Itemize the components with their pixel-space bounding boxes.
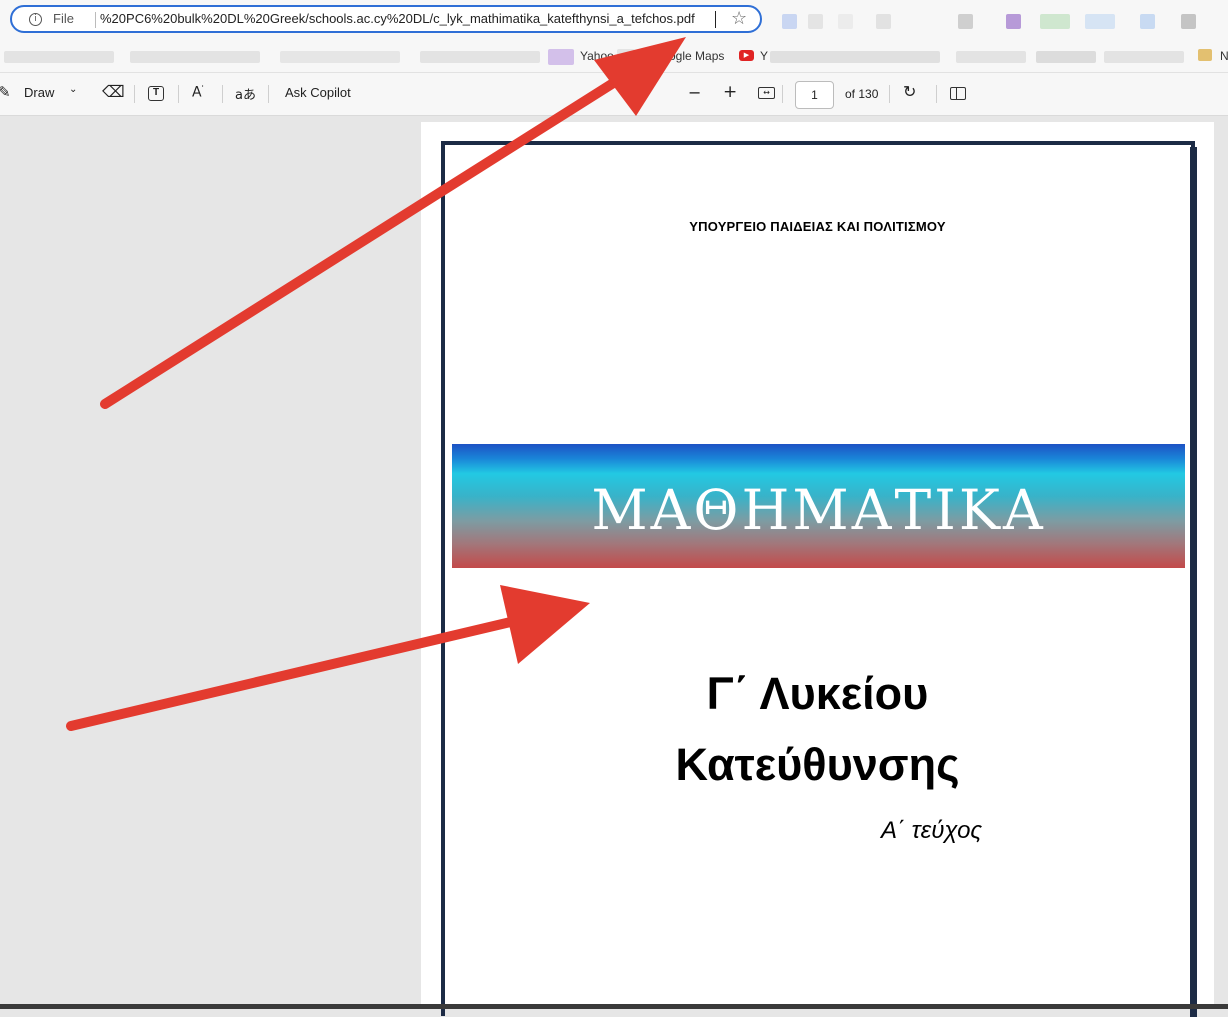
bookmarks-bar: Yahoo Google Maps ▶ Y N: [0, 42, 1228, 73]
page-view-icon[interactable]: [950, 87, 966, 100]
page-border: [441, 141, 1195, 1016]
text-caret: [715, 11, 716, 28]
pdf-toolbar: ✎ Draw ⌄ ⌫ T Aʾ aあ Ask Copilot − + ↔ 1 o…: [0, 73, 1228, 116]
eraser-icon[interactable]: ⌫: [102, 82, 125, 101]
blurred-extension-icon[interactable]: [782, 14, 797, 29]
star-icon[interactable]: ☆: [731, 8, 747, 29]
pdf-page: ΥΠΟΥΡΓΕΙΟ ΠΑΙΔΕΙΑΣ ΚΑΙ ΠΟΛΙΤΙΣΜΟΥ ΜΑΘΗΜΑ…: [421, 122, 1214, 1017]
rotate-icon[interactable]: ↻: [903, 82, 916, 101]
toolbar-divider: [178, 85, 179, 103]
blurred-extension-icon[interactable]: [1040, 14, 1070, 29]
blurred-extension-icon[interactable]: [1140, 14, 1155, 29]
bookmark-yahoo[interactable]: Yahoo: [580, 49, 614, 63]
folder-icon: [1198, 49, 1212, 61]
subject-title: ΜΑΘΗΜΑΤΙΚΑ: [591, 478, 1046, 542]
blurred-bookmark[interactable]: [770, 51, 940, 63]
track-title: Κατεύθυνσης: [675, 739, 960, 790]
chevron-down-icon[interactable]: ⌄: [69, 84, 77, 95]
youtube-icon: ▶: [739, 50, 754, 61]
draw-icon[interactable]: ✎: [0, 83, 11, 101]
blurred-bookmark[interactable]: [1036, 51, 1096, 63]
grade-title: Γ΄ Λυκείου: [706, 668, 929, 719]
blurred-bookmark[interactable]: [280, 51, 400, 63]
window-bottom-edge: [0, 1004, 1228, 1009]
toolbar-divider: [268, 85, 269, 103]
browser-address-row: i File %20PC6%20bulk%20DL%20Greek/school…: [0, 0, 1228, 42]
bookmark-google-maps[interactable]: Google Maps: [653, 49, 724, 63]
url-text[interactable]: %20PC6%20bulk%20DL%20Greek/schools.ac.cy…: [100, 11, 695, 26]
text-box-icon[interactable]: T: [148, 86, 164, 101]
blurred-extension-icon[interactable]: [958, 14, 973, 29]
blurred-bookmark-icon[interactable]: [548, 49, 574, 65]
address-divider: [95, 12, 96, 28]
blurred-extension-icon[interactable]: [838, 14, 853, 29]
translate-icon[interactable]: aあ: [235, 84, 256, 103]
scheme-label: File: [53, 11, 74, 26]
blurred-bookmark[interactable]: [956, 51, 1026, 63]
blurred-extension-icon[interactable]: [1006, 14, 1021, 29]
ministry-heading: ΥΠΟΥΡΓΕΙΟ ΠΑΙΔΕΙΑΣ ΚΑΙ ΠΟΛΙΤΙΣΜΟΥ: [689, 219, 946, 234]
blurred-bookmark[interactable]: [420, 51, 540, 63]
blurred-extension-icon[interactable]: [876, 14, 891, 29]
page-border-shadow: [1190, 147, 1197, 1017]
zoom-in-icon[interactable]: +: [723, 82, 737, 102]
toolbar-divider: [936, 85, 937, 103]
draw-button[interactable]: Draw: [24, 85, 54, 100]
address-bar[interactable]: i File %20PC6%20bulk%20DL%20Greek/school…: [10, 5, 762, 33]
toolbar-divider: [222, 85, 223, 103]
zoom-out-icon[interactable]: −: [688, 83, 701, 102]
volume-label: Α΄ τεύχος: [881, 817, 983, 844]
blurred-extension-icon[interactable]: [1085, 14, 1115, 29]
toolbar-divider: [889, 85, 890, 103]
info-icon[interactable]: i: [29, 13, 42, 26]
read-aloud-icon[interactable]: Aʾ: [192, 84, 204, 101]
blurred-extension-icon[interactable]: [1181, 14, 1196, 29]
subject-banner: ΜΑΘΗΜΑΤΙΚΑ: [452, 444, 1185, 568]
blurred-extension-icon[interactable]: [808, 14, 823, 29]
blurred-bookmark[interactable]: [130, 51, 260, 63]
toolbar-divider: [782, 85, 783, 103]
bookmark-n[interactable]: N: [1220, 49, 1228, 63]
blurred-bookmark-icon[interactable]: [617, 49, 635, 65]
blurred-bookmark[interactable]: [4, 51, 114, 63]
page-number-input[interactable]: 1: [795, 81, 834, 109]
fit-to-width-icon[interactable]: ↔: [758, 87, 775, 99]
page-total: of 130: [845, 87, 879, 101]
toolbar-divider: [134, 85, 135, 103]
bookmark-y[interactable]: Y: [760, 49, 768, 63]
blurred-bookmark[interactable]: [1104, 51, 1184, 63]
ask-copilot-button[interactable]: Ask Copilot: [285, 85, 351, 100]
